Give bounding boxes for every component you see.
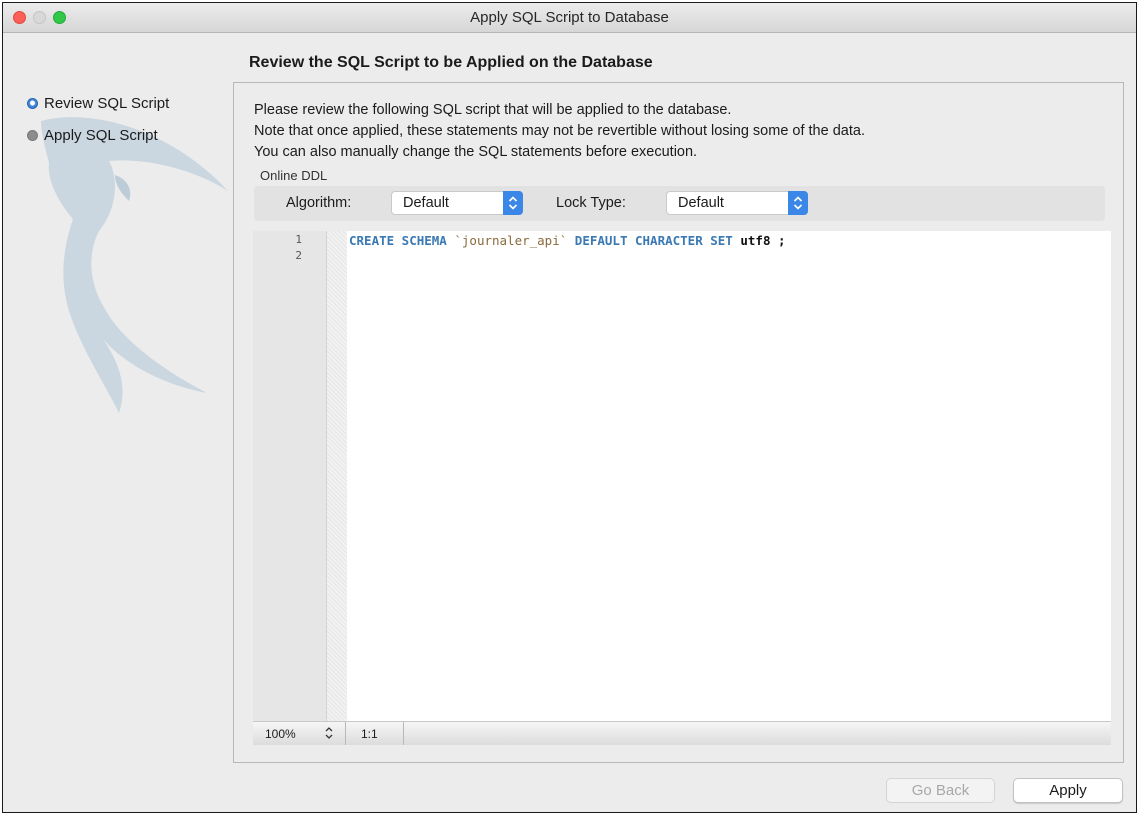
step-label: Apply SQL Script [44,126,158,144]
description-line: Please review the following SQL script t… [254,102,732,118]
step-apply-sql-script: Apply SQL Script [27,119,169,151]
mysql-dolphin-watermark-icon [41,117,228,413]
line-number-gutter: 1 2 [253,231,327,721]
algorithm-value: Default [403,195,449,211]
sql-value: utf8 ; [740,233,786,248]
sql-editor[interactable]: 1 2 CREATE SCHEMA `journaler_api` DEFAUL… [253,231,1111,745]
wizard-steps: Review SQL Script Apply SQL Script [27,87,169,151]
sql-keyword: DEFAULT CHARACTER SET [574,233,733,248]
inactive-step-icon [27,129,38,141]
chevron-up-down-icon [788,191,808,215]
step-label: Review SQL Script [44,94,170,112]
description-line: You can also manually change the SQL sta… [254,144,698,160]
lock-type-value: Default [678,195,724,211]
line-number: 2 [295,249,302,262]
editor-status-bar: 100% 1:1 [253,721,1111,745]
description-line: Note that once applied, these statements… [254,123,865,139]
status-divider [345,722,346,745]
window-title: Apply SQL Script to Database [470,9,669,26]
algorithm-select[interactable]: Default [391,191,523,215]
apply-sql-window: Apply SQL Script to Database Review the … [2,2,1137,813]
chevron-up-down-icon [503,191,523,215]
fold-margin [327,231,347,721]
online-ddl-group: Algorithm: Default Lock Type: Default [254,186,1105,221]
lock-type-label: Lock Type: [556,195,626,211]
lock-type-select[interactable]: Default [666,191,808,215]
title-bar: Apply SQL Script to Database [3,3,1136,33]
algorithm-label: Algorithm: [286,195,352,211]
go-back-button[interactable]: Go Back [886,778,995,803]
sql-identifier: `journaler_api` [454,233,568,248]
sql-keyword: CREATE SCHEMA [349,233,447,248]
step-review-sql-script: Review SQL Script [27,87,169,119]
description-text: Please review the following SQL script t… [254,100,865,163]
cursor-position: 1:1 [361,727,378,741]
review-panel: Please review the following SQL script t… [233,82,1124,763]
zoom-level[interactable]: 100% [265,727,296,741]
apply-button[interactable]: Apply [1013,778,1123,803]
online-ddl-label: Online DDL [260,168,328,183]
line-number: 1 [295,233,302,246]
zoom-stepper-icon[interactable] [323,724,335,742]
page-title: Review the SQL Script to be Applied on t… [249,54,653,71]
code-line[interactable]: CREATE SCHEMA `journaler_api` DEFAULT CH… [349,233,786,248]
status-divider [403,722,404,745]
active-step-icon [27,97,38,109]
